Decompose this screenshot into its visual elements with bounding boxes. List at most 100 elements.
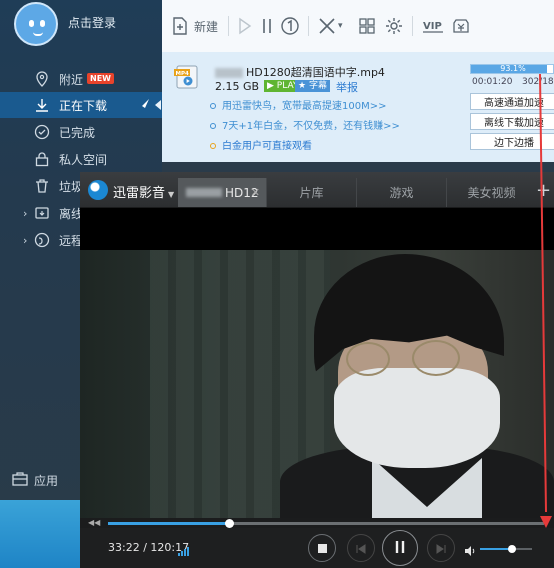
- promo-text: 7天+1年白金，不仅免费，还有钱赚>>: [222, 121, 400, 132]
- previous-icon: [356, 539, 366, 558]
- divider: [308, 16, 309, 36]
- apps-label: 应用: [34, 473, 59, 488]
- sidebar-item-private-space[interactable]: 私人空间: [0, 146, 162, 172]
- bullet-icon: [210, 103, 216, 109]
- bullet-icon: [210, 123, 216, 129]
- report-link[interactable]: 举报: [336, 79, 358, 95]
- download-panel: 新建 ▾ VIP MP4 HD1280超清国语中字.mp4 2.15 GB ▶ …: [162, 0, 554, 162]
- chevron-right-icon: ›: [23, 233, 28, 247]
- svg-text:VIP: VIP: [423, 21, 442, 32]
- file-size: 2.15 GB: [215, 80, 260, 93]
- one-icon: [280, 16, 300, 36]
- elapsed-time: 00:01:20: [472, 77, 513, 87]
- avatar[interactable]: [14, 2, 58, 46]
- sidebar-item-downloading[interactable]: 正在下载: [0, 92, 162, 118]
- download-progress-text: 93.1%: [500, 64, 526, 73]
- avatar-mouth: [33, 32, 43, 36]
- play-while-downloading-button[interactable]: 边下边播: [470, 133, 554, 150]
- bird-icon: [136, 98, 150, 113]
- blurred-title: [186, 188, 222, 197]
- remote-icon: [34, 232, 50, 248]
- tab-now-playing[interactable]: HD12 ✕: [178, 178, 266, 207]
- delete-button[interactable]: ▾: [318, 17, 343, 35]
- toolbar: 新建 ▾ VIP: [162, 0, 554, 52]
- add-tab-button[interactable]: +: [536, 180, 551, 201]
- next-button[interactable]: [427, 534, 455, 562]
- promo-link-kuainiao[interactable]: 用迅雷快鸟，宽带最高提速100M>>: [210, 97, 386, 112]
- layout-button[interactable]: [358, 17, 376, 35]
- tab-library[interactable]: 片库: [266, 178, 356, 207]
- promo-link-platinum[interactable]: 7天+1年白金，不仅免费，还有钱赚>>: [210, 117, 400, 132]
- sidebar-item-completed[interactable]: 已完成: [0, 119, 162, 145]
- sidebar-item-label: 已完成: [59, 125, 96, 140]
- login-link[interactable]: 点击登录: [68, 14, 116, 31]
- download-task-row[interactable]: MP4 HD1280超清国语中字.mp4 2.15 GB ▶ PLAY ★ 字幕…: [162, 52, 554, 162]
- file-name[interactable]: HD1280超清国语中字.mp4: [215, 64, 385, 80]
- vip-button[interactable]: VIP: [422, 17, 444, 35]
- settings-icon: [384, 16, 404, 36]
- bullet-icon: [210, 143, 216, 149]
- current-time: 33:22: [108, 541, 140, 554]
- divider: [412, 16, 413, 36]
- previous-button[interactable]: [347, 534, 375, 562]
- volume-slider[interactable]: [480, 545, 532, 553]
- blurred-prefix: [215, 68, 243, 78]
- download-progress-bar: 93.1%: [470, 64, 554, 74]
- vip-icon: VIP: [422, 17, 444, 35]
- tab-games[interactable]: 游戏: [356, 178, 446, 207]
- video-figure-glasses: [346, 342, 390, 376]
- seek-bar[interactable]: ◀◀: [80, 518, 554, 528]
- svg-text:MP4: MP4: [176, 71, 190, 77]
- rewind-icon[interactable]: ◀◀: [88, 518, 100, 527]
- grid-icon: [358, 17, 376, 35]
- high-speed-channel-button[interactable]: 高速通道加速: [470, 93, 554, 110]
- settings-button[interactable]: [384, 16, 404, 36]
- video-frame[interactable]: [80, 250, 554, 528]
- play-icon: [238, 17, 252, 35]
- subtitle-tag[interactable]: ★ 字幕: [295, 80, 330, 92]
- sidebar-item-nearby[interactable]: 附近 NEW: [0, 66, 162, 92]
- subtitle-tag-label: 字幕: [308, 81, 327, 91]
- seek-fill: [108, 522, 229, 525]
- video-figure-mask: [334, 368, 500, 468]
- dropdown-arrow-icon: ▾: [338, 21, 343, 31]
- promo-link-watch[interactable]: 白金用户可直接观看: [210, 137, 312, 152]
- apps-icon: [12, 471, 28, 489]
- player-logo-icon: [88, 180, 108, 200]
- check-circle-icon: [34, 124, 50, 140]
- video-player-window: 迅雷影音 ▼ HD12 ✕ 片库 游戏 美女视频 + ◀◀ 33:22 / 12…: [80, 172, 554, 568]
- avatar-eye: [29, 20, 34, 27]
- chevron-right-icon: ›: [23, 206, 28, 220]
- pause-icon: [394, 539, 406, 558]
- pause-button[interactable]: [382, 530, 418, 566]
- seek-handle[interactable]: [224, 519, 234, 528]
- volume-icon[interactable]: [464, 542, 476, 561]
- pause-button[interactable]: [261, 17, 273, 35]
- offline-icon: [34, 205, 50, 221]
- sidebar-item-label: 附近: [59, 72, 84, 87]
- player-tab-bar: 迅雷影音 ▼ HD12 ✕ 片库 游戏 美女视频 +: [80, 172, 554, 208]
- coin-icon: [451, 16, 471, 36]
- new-task-label: 新建: [194, 19, 219, 34]
- start-button[interactable]: [238, 17, 252, 35]
- sidebar-item-label: 私人空间: [59, 152, 108, 167]
- stop-icon: [317, 543, 327, 553]
- close-icon[interactable]: ✕: [251, 186, 260, 199]
- sidebar-item-label: 正在下载: [59, 98, 108, 113]
- screen: 点击登录 附近 NEW 正在下载 已完成 私人空间 垃圾 › 离线 › 远程 应…: [0, 0, 554, 568]
- player-controls: 33:22 / 120:17: [80, 528, 554, 568]
- offline-download-button[interactable]: 离线下载加速: [470, 113, 554, 130]
- stop-button[interactable]: [308, 534, 336, 562]
- new-task-button[interactable]: 新建: [172, 17, 218, 35]
- coin-button[interactable]: [451, 16, 471, 36]
- seek-track[interactable]: [108, 519, 544, 528]
- active-pointer: [155, 100, 161, 110]
- player-name: 迅雷影音: [113, 186, 166, 201]
- single-task-button[interactable]: [280, 16, 300, 36]
- pause-icon: [261, 17, 273, 35]
- player-menu[interactable]: 迅雷影音 ▼: [113, 182, 174, 201]
- volume-handle[interactable]: [508, 545, 517, 553]
- trash-icon: [34, 178, 50, 194]
- tab-beauty-videos[interactable]: 美女视频: [446, 178, 536, 207]
- mp4-file-icon: MP4: [174, 64, 200, 90]
